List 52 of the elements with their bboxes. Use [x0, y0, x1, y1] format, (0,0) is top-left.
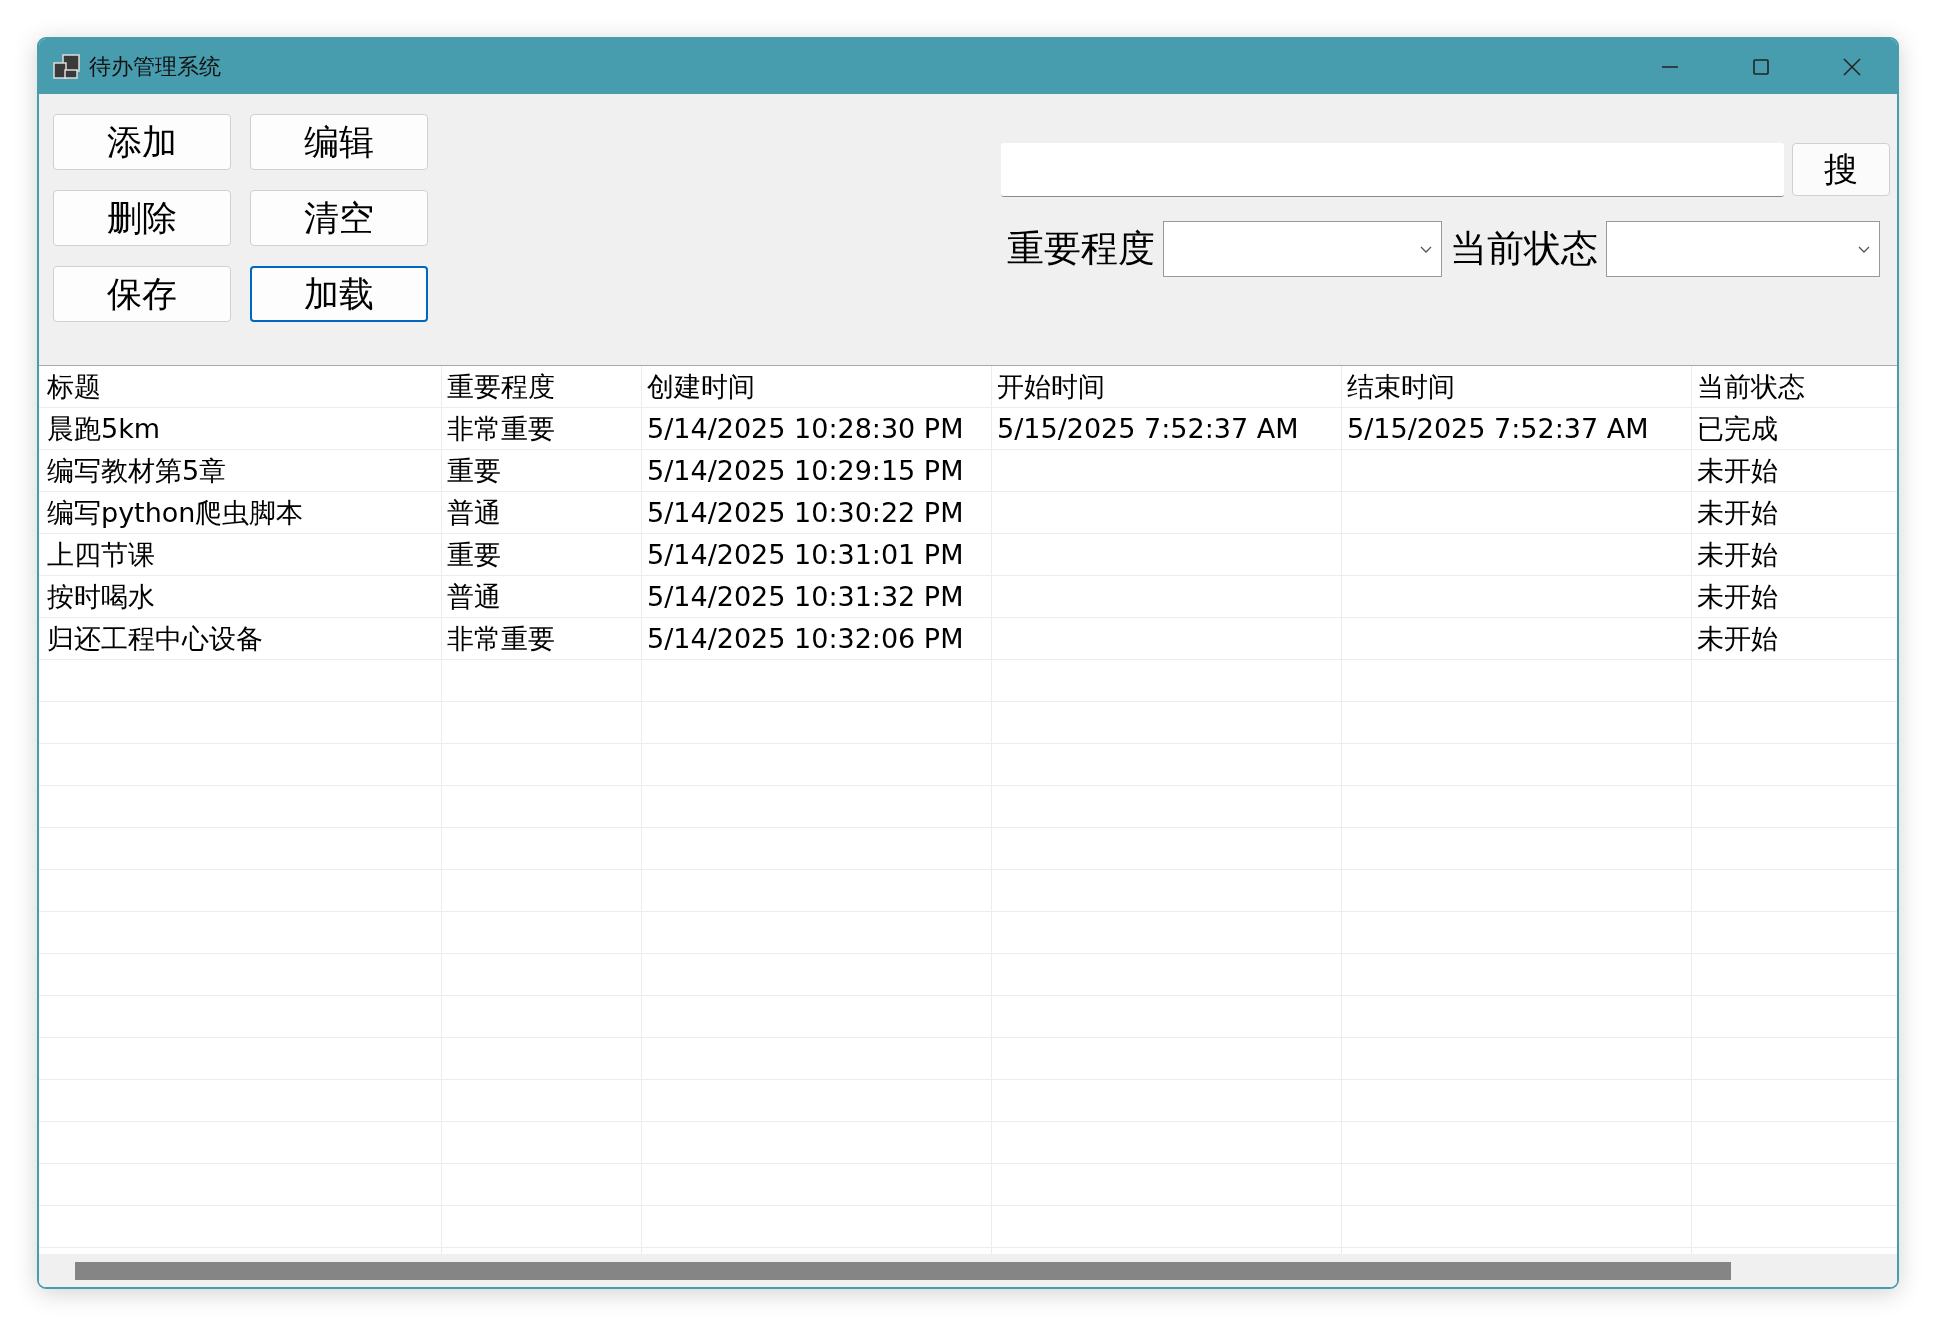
scrollbar-thumb[interactable]: [75, 1261, 1731, 1280]
table-cell-text: 重要: [446, 538, 502, 572]
column-header[interactable]: 重要程度: [441, 366, 641, 408]
search-button[interactable]: 搜: [1792, 143, 1890, 196]
window-title: 待办管理系统: [89, 52, 221, 81]
filter-dropdown[interactable]: [1163, 221, 1442, 277]
table-cell-text: 编写python爬虫脚本: [46, 496, 305, 530]
column-header[interactable]: 结束时间: [1341, 366, 1691, 408]
table-cell-text: 未开始: [1696, 580, 1779, 614]
action-button[interactable]: 保存: [53, 266, 231, 322]
table-cell-text: 普通: [446, 580, 502, 614]
action-button[interactable]: 删除: [53, 190, 231, 246]
table-cell-text: 未开始: [1696, 454, 1779, 488]
chevron-down-icon: [1419, 244, 1433, 254]
table-cell-text: 非常重要: [446, 412, 556, 446]
table-cell-text: 上四节课: [46, 538, 156, 572]
table-cell-text: 未开始: [1696, 538, 1779, 572]
table-cell-text: 5/14/2025 10:29:15 PM: [646, 454, 965, 488]
maximize-icon[interactable]: [1751, 56, 1771, 77]
action-button[interactable]: 清空: [250, 190, 428, 246]
app-icon: [53, 53, 81, 80]
table-cell-text: 按时喝水: [46, 580, 156, 614]
action-button[interactable]: 添加: [53, 114, 231, 170]
table-cell-text: 非常重要: [446, 622, 556, 656]
table-cell-text: 未开始: [1696, 622, 1779, 656]
table-cell-text: 归还工程中心设备: [46, 622, 264, 656]
table-cell-text: 未开始: [1696, 496, 1779, 530]
table-cell-text: 5/14/2025 10:28:30 PM: [646, 412, 965, 446]
table-cell-text: 普通: [446, 496, 502, 530]
filter-label: 当前状态: [1450, 226, 1598, 272]
table-cell-text: 编写教材第5章: [46, 454, 228, 488]
search-field[interactable]: [1001, 143, 1784, 197]
column-header[interactable]: 创建时间: [641, 366, 991, 408]
table-cell-text: 重要: [446, 454, 502, 488]
table-cell-text: 晨跑5km: [46, 412, 162, 446]
action-button[interactable]: 编辑: [250, 114, 428, 170]
table-cell-text: 5/15/2025 7:52:37 AM: [1346, 412, 1650, 446]
table-cell-text: 5/14/2025 10:32:06 PM: [646, 622, 965, 656]
column-header[interactable]: 标题: [41, 366, 441, 408]
table-cell-text: 5/14/2025 10:31:01 PM: [646, 538, 965, 572]
close-icon[interactable]: [1842, 56, 1862, 77]
table-cell-text: 5/14/2025 10:30:22 PM: [646, 496, 965, 530]
chevron-down-icon: [1857, 244, 1871, 254]
column-header[interactable]: 当前状态: [1691, 366, 1895, 408]
table-cell-text: 5/14/2025 10:31:32 PM: [646, 580, 965, 614]
filter-label: 重要程度: [1007, 226, 1155, 272]
table-cell-text: 已完成: [1696, 412, 1779, 446]
filter-dropdown[interactable]: [1606, 221, 1880, 277]
action-button[interactable]: 加载: [250, 266, 428, 322]
table-cell-text: 5/15/2025 7:52:37 AM: [996, 412, 1300, 446]
column-header[interactable]: 开始时间: [991, 366, 1341, 408]
horizontal-scrollbar[interactable]: [39, 1254, 1897, 1287]
